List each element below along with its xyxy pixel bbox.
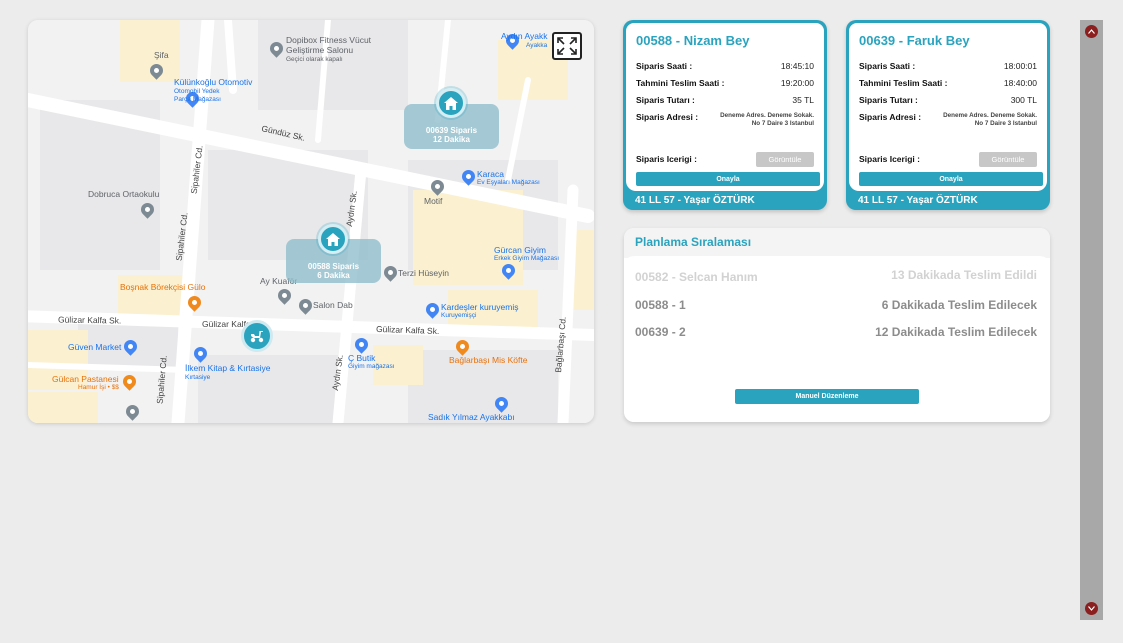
order-title: 00639 - Faruk Bey — [859, 33, 970, 48]
order-card-body: 00639 - Faruk Bey Siparis Saati : 18:00:0… — [849, 23, 1047, 191]
home-marker-icon[interactable] — [318, 224, 348, 254]
map-label: Kuruyemişçi — [441, 312, 477, 319]
map-label: Şifa — [154, 50, 169, 60]
order-marker-eta: 12 Dakika — [433, 135, 470, 145]
map-label: Güven Market — [68, 342, 122, 352]
street-label: Gülizar Kalfa Sk. — [57, 314, 122, 326]
field-label: Siparis Adresi : — [636, 112, 699, 122]
courier-label: 41 LL 57 - Yaşar ÖZTÜRK — [635, 195, 755, 206]
map-label: Geçici olarak kapalı — [286, 56, 343, 63]
order-card: 00639 - Faruk Bey Siparis Saati : 18:00:0… — [846, 20, 1050, 210]
map-label: Sadık Yılmaz Ayakkabı — [428, 412, 515, 422]
courier-label: 41 LL 57 - Yaşar ÖZTÜRK — [858, 195, 978, 206]
map-label: Kırtasiye — [185, 374, 211, 381]
home-marker-icon[interactable] — [436, 88, 466, 118]
field-value: 19:20:00 — [780, 78, 814, 88]
approve-button[interactable]: Onayla — [859, 172, 1043, 186]
field-label: Tahmini Teslim Saati : — [859, 78, 948, 88]
order-field: Tahmini Teslim Saati : 18:40:00 — [859, 78, 1037, 95]
map-label: Boşnak Börekçisi Gülo — [120, 282, 206, 292]
field-value: 300 TL — [1010, 95, 1037, 105]
map-view[interactable]: Şifa Külünkoğlu Otomotiv Otomobil Yedek … — [28, 20, 594, 423]
planning-item-order: 00588 - 1 — [635, 298, 686, 312]
order-card-body: 00588 - Nizam Bey Siparis Saati : 18:45:1… — [626, 23, 824, 191]
planning-header: Planlama Sıralaması — [624, 228, 1050, 258]
map-label: Salon Dab — [313, 300, 353, 310]
planning-title: Planlama Sıralaması — [635, 235, 752, 249]
map-label: Motif — [424, 196, 443, 206]
order-field: Siparis Saati : 18:45:10 — [636, 61, 814, 78]
field-value: 18:00:01 — [1003, 61, 1037, 71]
planning-panel: Planlama Sıralaması 00582 - Selcan Hanım… — [624, 228, 1050, 422]
map-label: Külünkoğlu Otomotiv — [174, 77, 253, 87]
planning-item-status: 13 Dakikada Teslim Edildi — [891, 268, 1037, 282]
map-label: Ayakka — [526, 42, 548, 49]
order-field: Tahmini Teslim Saati : 19:20:00 — [636, 78, 814, 95]
map-label: Hamur İşi • $$ — [78, 384, 119, 391]
map-label: Otomobil Yedek — [174, 88, 220, 95]
map-label: Geliştirme Salonu — [286, 45, 354, 55]
list-item[interactable]: 00639 - 2 12 Dakikada Teslim Edilecek — [635, 325, 1037, 339]
map-label: Parça Mağazası — [174, 96, 221, 103]
map-label: Dopibox Fitness Vücut — [286, 35, 372, 45]
list-item[interactable]: 00588 - 1 6 Dakikada Teslim Edilecek — [635, 298, 1037, 312]
view-content-button[interactable]: Görüntüle — [756, 151, 814, 167]
view-content-button[interactable]: Görüntüle — [979, 151, 1037, 167]
field-label: Siparis Icerigi : — [859, 154, 920, 164]
map-label: Gülcan Pastanesi — [52, 374, 119, 384]
map-label: Ev Eşyaları Mağazası — [477, 179, 540, 186]
scrollbar[interactable] — [1080, 20, 1103, 620]
order-title: 00588 - Nizam Bey — [636, 33, 750, 48]
field-label: Siparis Tutarı : — [859, 95, 918, 105]
order-field: Siparis Saati : 18:00:01 — [859, 61, 1037, 78]
order-address: Siparis Adresi : Deneme Adres. Deneme Sok… — [636, 112, 814, 150]
map-label: Terzi Hüseyin — [398, 268, 450, 278]
scroll-down-icon[interactable] — [1085, 602, 1098, 615]
map-label: Karaca — [477, 169, 504, 179]
order-content: Siparis Icerigi : Görüntüle — [636, 150, 814, 168]
map-label: Erkek Giyim Mağazası — [494, 255, 560, 262]
field-label: Siparis Saati : — [636, 61, 693, 71]
field-label: Siparis Tutarı : — [636, 95, 695, 105]
field-label: Siparis Icerigi : — [636, 154, 697, 164]
planning-item-order: 00639 - 2 — [635, 325, 686, 339]
courier-scooter-icon[interactable] — [241, 320, 273, 352]
planning-item-order: 00582 - Selcan Hanım — [635, 270, 758, 284]
order-field: Siparis Tutarı : 35 TL — [636, 95, 814, 112]
field-value: 18:40:00 — [1003, 78, 1037, 88]
map-label: Kardeşler kuruyemiş — [441, 302, 519, 312]
map-label: Giyim mağazası — [348, 363, 395, 370]
list-item[interactable]: 00582 - Selcan Hanım 13 Dakikada Teslim … — [635, 268, 1037, 284]
map-label: Ç Butik — [348, 353, 376, 363]
order-marker-title: 00588 Siparis — [307, 262, 360, 271]
scroll-up-icon[interactable] — [1085, 25, 1098, 38]
map-label: Gürcan Giyim — [494, 245, 546, 255]
order-marker-title: 00639 Siparis — [425, 126, 478, 135]
order-address: Siparis Adresi : Deneme Adres. Deneme Sok… — [859, 112, 1037, 150]
map-label: İlkem Kitap & Kırtasiye — [185, 363, 271, 373]
order-field: Siparis Tutarı : 300 TL — [859, 95, 1037, 112]
field-value: Deneme Adres. Deneme Sokak. No 7 Daire 3… — [720, 112, 814, 127]
order-card: 00588 - Nizam Bey Siparis Saati : 18:45:1… — [623, 20, 827, 210]
map-label: Aydın Ayakk — [501, 31, 548, 41]
field-value: 35 TL — [792, 95, 814, 105]
manual-edit-button[interactable]: Manuel Düzenleme — [735, 389, 919, 404]
field-label: Tahmini Teslim Saati : — [636, 78, 725, 88]
approve-button[interactable]: Onayla — [636, 172, 820, 186]
field-value: 18:45:10 — [780, 61, 814, 71]
fullscreen-icon[interactable] — [552, 32, 582, 60]
field-value: Deneme Adres. Deneme Sokak. No 7 Daire 3… — [943, 112, 1037, 127]
order-content: Siparis Icerigi : Görüntüle — [859, 150, 1037, 168]
field-label: Siparis Saati : — [859, 61, 916, 71]
planning-item-status: 6 Dakikada Teslim Edilecek — [881, 298, 1037, 312]
map-label: Dobruca Ortaokulu — [88, 189, 160, 199]
planning-item-status: 12 Dakikada Teslim Edilecek — [875, 325, 1037, 339]
map-label: Bağlarbaşı Mis Köfte — [449, 355, 528, 365]
order-marker-eta: 6 Dakika — [317, 271, 350, 281]
field-label: Siparis Adresi : — [859, 112, 922, 122]
